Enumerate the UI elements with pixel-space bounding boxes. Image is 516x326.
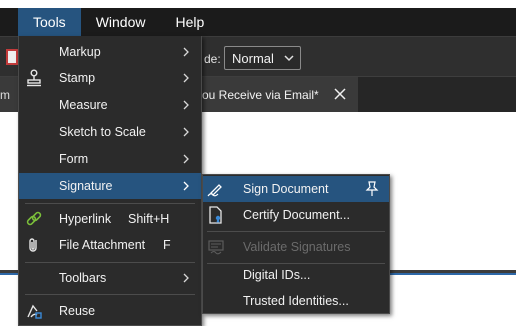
chevron-right-icon [183, 47, 189, 57]
pin-icon[interactable] [365, 181, 379, 197]
menu-item-measure[interactable]: Measure [19, 92, 201, 118]
menu-item-toolbars[interactable]: Toolbars [19, 265, 201, 291]
menu-item-file-attachment[interactable]: File Attachment F [19, 232, 201, 258]
menu-tools[interactable]: Tools [18, 8, 81, 36]
submenu-item-label: Certify Document... [243, 208, 350, 222]
menu-item-stamp[interactable]: Stamp [19, 65, 201, 91]
close-icon[interactable] [334, 88, 346, 100]
certify-document-icon [209, 206, 222, 224]
submenu-separator [207, 231, 385, 232]
chevron-right-icon [183, 154, 189, 164]
menu-item-reuse[interactable]: Reuse [19, 298, 201, 324]
menu-help[interactable]: Help [160, 8, 219, 36]
menu-item-label: Sketch to Scale [59, 125, 146, 139]
mode-select[interactable]: Normal [224, 46, 301, 70]
chevron-down-icon [284, 55, 294, 62]
menu-bar: Tools Window Help [0, 8, 516, 36]
menu-item-shortcut: F [163, 238, 171, 252]
chevron-right-icon [183, 100, 189, 110]
pdf-document-icon[interactable] [6, 49, 18, 65]
mode-label: de: [204, 52, 221, 66]
menu-item-sketch-to-scale[interactable]: Sketch to Scale [19, 119, 201, 145]
menu-item-signature[interactable]: Signature [19, 173, 201, 199]
submenu-item-label: Digital IDs... [243, 268, 311, 282]
signature-submenu: Sign Document Certify Document... Valida… [202, 174, 390, 314]
menu-item-hyperlink[interactable]: Hyperlink Shift+H [19, 206, 201, 232]
tools-menu: Markup Stamp Measure Sketch to Scale For… [18, 36, 202, 326]
menu-item-shortcut: Shift+H [128, 212, 170, 226]
submenu-item-sign-document[interactable]: Sign Document [203, 176, 389, 202]
document-tab-active[interactable]: ou Receive via Email* [196, 77, 358, 112]
menu-item-label: Form [59, 152, 89, 166]
submenu-item-digital-ids[interactable]: Digital IDs... [203, 262, 389, 288]
chevron-right-icon [183, 127, 189, 137]
submenu-item-certify-document[interactable]: Certify Document... [203, 202, 389, 228]
submenu-item-trusted-identities[interactable]: Trusted Identities... [203, 288, 389, 314]
mode-select-value: Normal [232, 50, 274, 66]
menu-separator [25, 294, 195, 295]
submenu-item-label: Trusted Identities... [243, 294, 349, 308]
submenu-item-validate-signatures: Validate Signatures [203, 234, 389, 260]
submenu-item-label: Sign Document [243, 182, 329, 196]
menu-item-label: Signature [59, 179, 113, 193]
menu-item-markup[interactable]: Markup [19, 39, 201, 65]
menu-item-label: Measure [59, 98, 108, 112]
window-top-strip [0, 0, 516, 8]
document-tab-partial[interactable]: m [0, 77, 18, 112]
link-icon [26, 211, 42, 226]
menu-item-label: Reuse [59, 304, 96, 318]
stamp-icon [27, 69, 41, 87]
menu-window[interactable]: Window [81, 8, 161, 36]
submenu-item-label: Validate Signatures [243, 240, 351, 254]
menu-separator [25, 203, 195, 204]
reuse-icon [27, 304, 42, 319]
menu-separator [25, 262, 195, 263]
menu-item-label: Hyperlink [59, 212, 112, 226]
menu-item-label: Stamp [59, 71, 96, 85]
menu-item-label: Toolbars [59, 271, 107, 285]
validate-signatures-icon [208, 240, 224, 255]
menu-item-label: File Attachment [59, 238, 146, 252]
sign-pen-icon [207, 184, 222, 197]
chevron-right-icon [183, 181, 189, 191]
paperclip-icon [29, 238, 37, 252]
menu-item-label: Markup [59, 45, 101, 59]
document-tab-label: ou Receive via Email* [202, 87, 319, 102]
chevron-right-icon [183, 73, 189, 83]
chevron-right-icon [183, 273, 189, 283]
menu-item-form[interactable]: Form [19, 146, 201, 172]
